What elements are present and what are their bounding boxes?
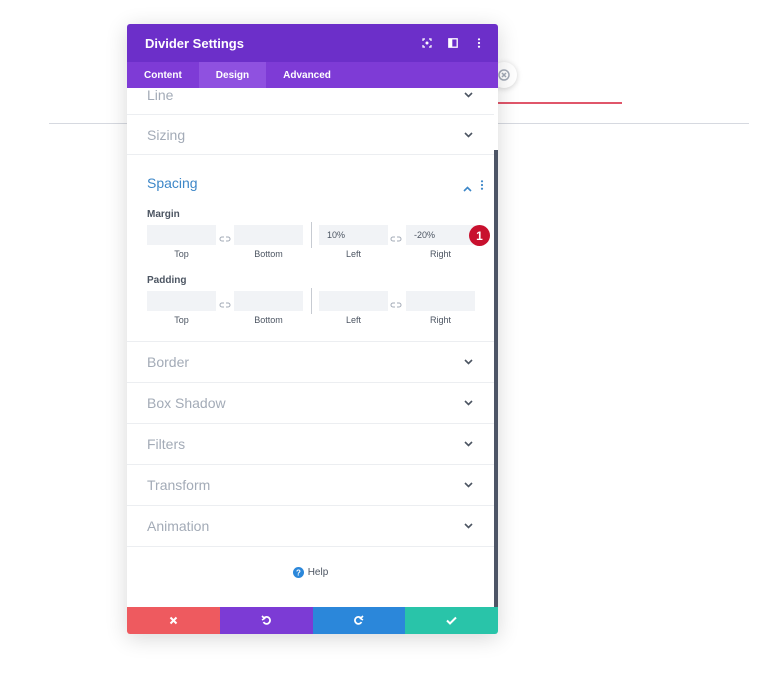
- padding-right-caption: Right: [429, 315, 451, 325]
- scrollbar[interactable]: [494, 150, 498, 607]
- focus-icon[interactable]: [420, 36, 434, 50]
- more-vertical-icon[interactable]: [472, 36, 486, 50]
- chevron-down-icon: [462, 357, 474, 367]
- link-icon[interactable]: [219, 230, 233, 242]
- padding-top-caption: Top: [174, 315, 189, 325]
- section-line[interactable]: Line: [127, 88, 494, 115]
- padding-left-input[interactable]: [319, 291, 388, 311]
- field-separator: [311, 288, 312, 314]
- link-icon[interactable]: [390, 296, 404, 308]
- section-title: Box Shadow: [147, 395, 226, 411]
- chevron-down-icon: [462, 130, 474, 140]
- margin-right-input[interactable]: -20%: [406, 225, 475, 245]
- padding-bottom-input[interactable]: [234, 291, 303, 311]
- save-button[interactable]: [405, 607, 498, 634]
- step-marker-badge: 1: [469, 225, 490, 246]
- help-link[interactable]: ? Help: [127, 567, 494, 578]
- padding-left-caption: Left: [345, 315, 361, 325]
- close-icon: [169, 616, 178, 625]
- chevron-up-icon[interactable]: [463, 179, 472, 197]
- padding-bottom-caption: Bottom: [254, 315, 283, 325]
- cancel-button[interactable]: [127, 607, 220, 634]
- section-title: Border: [147, 354, 190, 370]
- undo-icon: [261, 615, 271, 625]
- divider-settings-modal: Divider Settings Content Design Advanced…: [127, 24, 498, 634]
- check-icon: [446, 616, 457, 625]
- section-title: Transform: [147, 477, 211, 493]
- field-separator: [311, 222, 312, 248]
- svg-text:?: ?: [296, 568, 301, 577]
- margin-bottom-caption: Bottom: [254, 249, 283, 259]
- margin-bottom-input[interactable]: [234, 225, 303, 245]
- help-icon: ?: [292, 567, 304, 578]
- modal-header: Divider Settings: [127, 24, 498, 62]
- section-title[interactable]: Spacing: [147, 175, 198, 191]
- help-label: Help: [307, 567, 329, 578]
- section-sizing[interactable]: Sizing: [127, 115, 494, 155]
- section-title: Animation: [147, 518, 210, 534]
- section-title: Filters: [147, 436, 186, 452]
- undo-button[interactable]: [219, 607, 313, 634]
- tab-advanced[interactable]: Advanced: [266, 62, 348, 88]
- margin-right-caption: Right: [429, 249, 451, 259]
- padding-right-input[interactable]: [406, 291, 475, 311]
- modal-tabs: Content Design Advanced: [127, 62, 498, 88]
- chevron-down-icon: [462, 398, 474, 408]
- margin-label: Margin: [147, 209, 180, 220]
- redo-icon: [354, 615, 364, 625]
- redo-button[interactable]: [312, 607, 406, 634]
- section-animation[interactable]: Animation: [127, 506, 494, 547]
- chevron-down-icon: [462, 439, 474, 449]
- section-box-shadow[interactable]: Box Shadow: [127, 383, 494, 424]
- margin-top-caption: Top: [174, 249, 189, 259]
- margin-left-input[interactable]: 10%: [319, 225, 388, 245]
- margin-left-caption: Left: [345, 249, 361, 259]
- link-icon[interactable]: [219, 296, 233, 308]
- chevron-down-icon: [462, 90, 474, 100]
- section-transform[interactable]: Transform: [127, 465, 494, 506]
- tab-content[interactable]: Content: [127, 62, 199, 88]
- section-title: Line: [147, 88, 174, 103]
- section-options-icon[interactable]: [480, 177, 484, 195]
- tab-design[interactable]: Design: [198, 62, 267, 88]
- chevron-down-icon: [462, 480, 474, 490]
- modal-footer: [127, 607, 498, 634]
- margin-top-input[interactable]: [147, 225, 216, 245]
- settings-body: Line Sizing Spacing Margin 10% -20% Top …: [127, 88, 498, 607]
- section-spacing: Spacing Margin 10% -20% Top Bottom Left …: [127, 155, 494, 342]
- padding-top-input[interactable]: [147, 291, 216, 311]
- layout-toggle-icon[interactable]: [446, 36, 460, 50]
- link-icon[interactable]: [390, 230, 404, 242]
- close-circle-icon: [498, 69, 510, 81]
- section-title: Sizing: [147, 126, 186, 143]
- padding-label: Padding: [147, 275, 187, 286]
- section-border[interactable]: Border: [127, 342, 494, 383]
- chevron-down-icon: [462, 521, 474, 531]
- section-filters[interactable]: Filters: [127, 424, 494, 465]
- divider-preview-line: [498, 102, 622, 104]
- modal-title: Divider Settings: [145, 35, 244, 51]
